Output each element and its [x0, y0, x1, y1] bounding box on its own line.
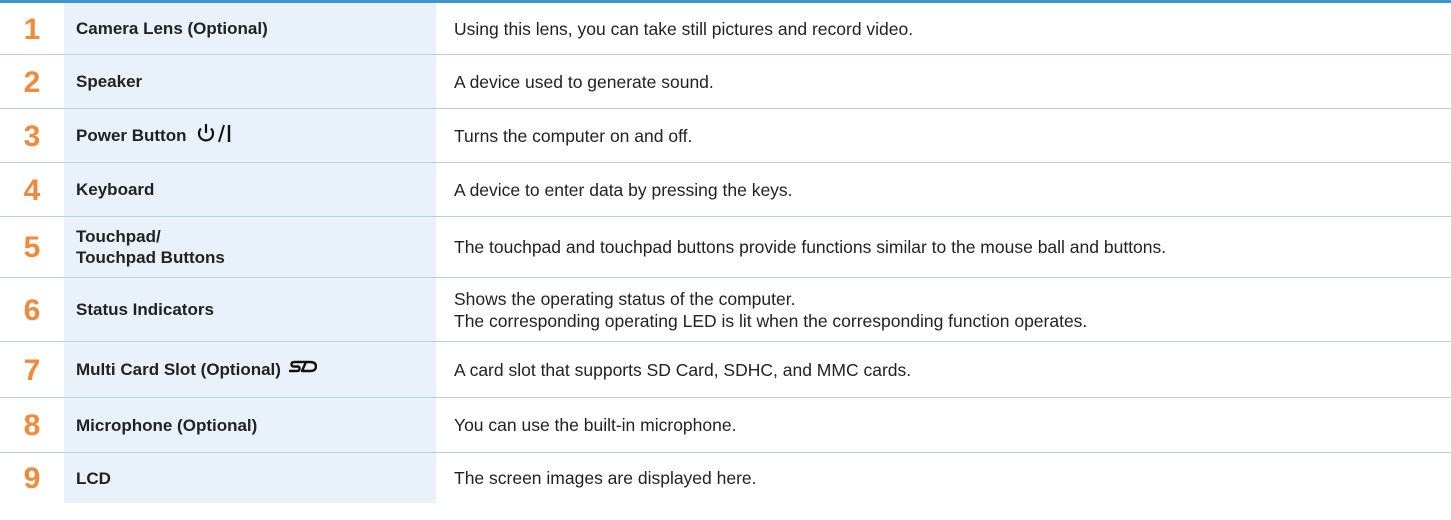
table-row: 6 Status Indicators Shows the operating …	[0, 278, 1451, 342]
item-name-cell: Multi Card Slot (Optional)	[64, 342, 436, 397]
item-description: Turns the computer on and off.	[454, 125, 693, 146]
table-row: 8 Microphone (Optional) You can use the …	[0, 398, 1451, 453]
item-description: Shows the operating status of the comput…	[454, 288, 1088, 331]
item-number: 6	[23, 293, 41, 327]
item-name-cell: Status Indicators	[64, 278, 436, 341]
table-row: 2 Speaker A device used to generate soun…	[0, 55, 1451, 109]
component-table: 1 Camera Lens (Optional) Using this lens…	[0, 3, 1451, 503]
item-number: 9	[23, 462, 41, 495]
table-row: 4 Keyboard A device to enter data by pre…	[0, 163, 1451, 217]
item-number: 7	[23, 353, 41, 387]
item-name-cell: Microphone (Optional)	[64, 398, 436, 452]
item-name-cell: Speaker	[64, 55, 436, 108]
item-name: Status Indicators	[76, 300, 214, 319]
item-name: Microphone (Optional)	[76, 415, 258, 435]
item-name: Touchpad/ Touchpad Buttons	[76, 227, 225, 267]
item-name-cell: Camera Lens (Optional)	[64, 3, 436, 54]
item-number: 2	[23, 65, 41, 99]
item-name: Camera Lens (Optional)	[76, 19, 268, 38]
item-name-cell: Keyboard	[64, 163, 436, 216]
item-description: The touchpad and touchpad buttons provid…	[454, 237, 1167, 257]
item-name-cell: Touchpad/ Touchpad Buttons	[64, 217, 436, 277]
item-number: 4	[23, 173, 41, 207]
item-number: 5	[23, 231, 41, 264]
item-name-cell: LCD	[64, 453, 436, 503]
power-icon	[195, 122, 233, 149]
item-description: A device used to generate sound.	[454, 71, 714, 92]
item-number: 8	[23, 409, 41, 442]
item-number: 1	[23, 12, 41, 46]
table-row: 7 Multi Card Slot (Optional) A card slot…	[0, 342, 1451, 398]
table-row: 1 Camera Lens (Optional) Using this lens…	[0, 3, 1451, 55]
item-description: Using this lens, you can take still pict…	[454, 18, 914, 39]
sd-card-icon	[288, 359, 318, 380]
item-name: Speaker	[76, 72, 143, 91]
item-name: Multi Card Slot (Optional)	[76, 360, 281, 379]
table-row: 3 Power Button Turns the computer on and…	[0, 109, 1451, 163]
item-name: Keyboard	[76, 180, 155, 199]
item-description: You can use the built-in microphone.	[454, 415, 737, 435]
table-row: 9 LCD The screen images are displayed he…	[0, 453, 1451, 503]
item-name-cell: Power Button	[64, 109, 436, 162]
item-description: A card slot that supports SD Card, SDHC,…	[454, 359, 912, 380]
table-row: 5 Touchpad/ Touchpad Buttons The touchpa…	[0, 217, 1451, 278]
item-description: A device to enter data by pressing the k…	[454, 179, 793, 200]
item-number: 3	[23, 119, 41, 153]
item-name: Power Button	[76, 126, 187, 145]
item-name: LCD	[76, 468, 111, 488]
item-description: The screen images are displayed here.	[454, 468, 757, 488]
